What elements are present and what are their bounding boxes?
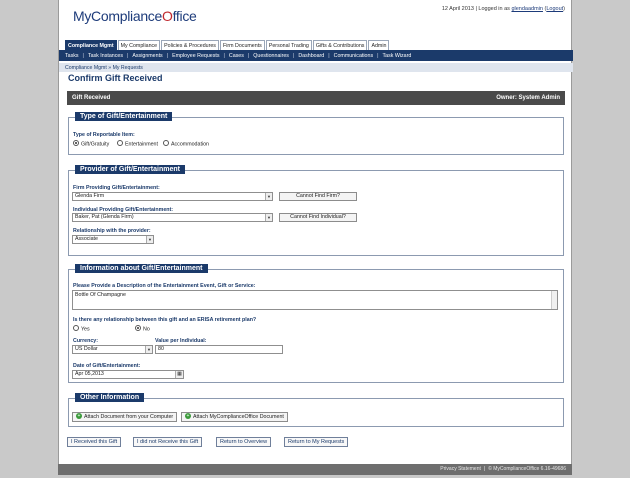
date-value: Apr 05,2013 bbox=[75, 371, 104, 377]
current-date: 12 April 2013 bbox=[441, 6, 474, 12]
radio-label: No bbox=[143, 326, 150, 333]
subnav-divider: | bbox=[377, 52, 379, 59]
received-gift-button[interactable]: I Received this Gift bbox=[67, 437, 122, 447]
cannot-find-firm-button[interactable]: Cannot Find Firm? bbox=[279, 192, 357, 201]
radio-label: Gift/Gratuity bbox=[81, 141, 110, 148]
subnav-cases[interactable]: Cases bbox=[229, 53, 244, 59]
date-input[interactable]: Apr 05,2013 ▦ bbox=[72, 370, 184, 379]
subnav-task-wizard[interactable]: Task Wizard bbox=[382, 53, 411, 59]
attach-from-computer-button[interactable]: + Attach Document from your Computer bbox=[72, 412, 178, 422]
cannot-find-individual-button[interactable]: Cannot Find Individual? bbox=[279, 213, 357, 222]
subnav-tasks[interactable]: Tasks bbox=[65, 53, 79, 59]
currency-value: US Dollar bbox=[75, 346, 98, 352]
radio-gift-gratuity[interactable]: Gift/Gratuity bbox=[73, 140, 110, 148]
subnav-assignments[interactable]: Assignments bbox=[132, 53, 162, 59]
individual-select[interactable]: Baker, Pat (Glenda Firm) ▼ bbox=[72, 213, 273, 222]
section-legend: Type of Gift/Entertainment bbox=[75, 112, 173, 121]
radio-label: Accommodation bbox=[171, 141, 209, 148]
subnav-divider: | bbox=[328, 52, 330, 59]
type-of-gift-section: Type of Gift/Entertainment Type of Repor… bbox=[68, 112, 564, 155]
app-logo[interactable]: MyComplianceOffice bbox=[73, 8, 197, 24]
gift-information-section: Information about Gift/Entertainment Ple… bbox=[68, 264, 564, 383]
breadcrumb[interactable]: Compliance Mgmt » My Requests bbox=[59, 63, 573, 72]
sub-navigation: Tasks | Task Instances | Assignments | Empl… bbox=[59, 50, 573, 61]
description-label: Please Provide a Description of the Ente… bbox=[73, 283, 256, 289]
radio-entertainment[interactable]: Entertainment bbox=[117, 140, 158, 148]
value-input[interactable]: 80 bbox=[155, 345, 283, 354]
record-status: Gift Received bbox=[72, 95, 111, 101]
individual-value: Baker, Pat (Glenda Firm) bbox=[75, 214, 134, 220]
currency-label: Currency: bbox=[73, 338, 99, 344]
textarea-scrollbar[interactable] bbox=[551, 291, 557, 309]
subnav-divider: | bbox=[126, 52, 129, 59]
chevron-down-icon[interactable]: ▼ bbox=[146, 236, 153, 243]
currency-select[interactable]: US Dollar ▼ bbox=[72, 345, 153, 354]
add-icon: + bbox=[76, 412, 82, 419]
reportable-item-label: Type of Reportable Item: bbox=[73, 132, 135, 138]
erisa-question-label: Is there any relationship between this g… bbox=[73, 317, 257, 323]
record-owner: Owner: System Admin bbox=[496, 95, 560, 101]
firm-select[interactable]: Glenda Firm ▼ bbox=[72, 192, 273, 201]
radio-label: Entertainment bbox=[125, 141, 158, 148]
page-title: Confirm Gift Received bbox=[68, 73, 163, 83]
section-legend: Information about Gift/Entertainment bbox=[75, 264, 208, 273]
subnav-divider: | bbox=[166, 52, 169, 59]
copyright-text: © MyComplianceOffice 6.16-49686 bbox=[488, 466, 566, 472]
chevron-down-icon[interactable]: ▼ bbox=[145, 346, 152, 353]
attach-computer-label: Attach Document from your Computer bbox=[84, 414, 174, 420]
firm-label: Firm Providing Gift/Entertainment: bbox=[73, 185, 160, 191]
subnav-divider: | bbox=[223, 52, 225, 59]
description-value: Bottle Of Champagne bbox=[75, 292, 126, 298]
radio-erisa-no[interactable]: No bbox=[135, 325, 150, 333]
username-link[interactable]: glendaadmin bbox=[511, 6, 543, 12]
radio-button[interactable] bbox=[73, 325, 79, 331]
radio-button[interactable] bbox=[117, 140, 123, 146]
subnav-communications[interactable]: Communications bbox=[334, 53, 373, 59]
radio-button[interactable] bbox=[135, 325, 141, 331]
description-textarea[interactable]: Bottle Of Champagne bbox=[72, 290, 558, 310]
radio-button[interactable] bbox=[73, 140, 79, 146]
date-label: Date of Gift/Entertainment: bbox=[73, 363, 141, 369]
add-icon: + bbox=[185, 412, 191, 419]
subnav-task-instances[interactable]: Task Instances bbox=[88, 53, 123, 59]
app-shell: MyComplianceOffice 12 April 2013 | Logge… bbox=[58, 0, 573, 464]
calendar-icon[interactable]: ▦ bbox=[175, 371, 183, 378]
radio-erisa-yes[interactable]: Yes bbox=[73, 325, 90, 333]
not-received-gift-button[interactable]: I did not Receive this Gift bbox=[133, 437, 203, 447]
chevron-down-icon[interactable]: ▼ bbox=[265, 193, 272, 200]
user-info: 12 April 2013 | Logged in as glendaadmin… bbox=[441, 6, 565, 12]
subnav-questionnaires[interactable]: Questionnaires bbox=[253, 53, 289, 59]
attach-mco-label: Attach MyComplianceOffice Document bbox=[193, 414, 284, 420]
radio-button[interactable] bbox=[163, 140, 169, 146]
other-information-section: Other Information + Attach Document from … bbox=[68, 393, 564, 427]
logged-in-label: Logged in as bbox=[478, 6, 510, 12]
footer-divider: | bbox=[483, 466, 486, 472]
logout-link[interactable]: Logout bbox=[546, 6, 563, 12]
attach-mco-document-button[interactable]: + Attach MyComplianceOffice Document bbox=[181, 412, 288, 422]
logo-text-tail: ffice bbox=[172, 8, 197, 24]
radio-label: Yes bbox=[81, 326, 90, 333]
value-label: Value per Individual: bbox=[155, 338, 207, 344]
record-header-bar: Gift Received Owner: System Admin bbox=[67, 91, 565, 105]
return-to-my-requests-button[interactable]: Return to My Requests bbox=[284, 437, 349, 447]
section-legend: Provider of Gift/Entertainment bbox=[75, 165, 185, 174]
section-legend: Other Information bbox=[75, 393, 145, 402]
privacy-statement-link[interactable]: Privacy Statement bbox=[440, 466, 481, 472]
radio-accommodation[interactable]: Accommodation bbox=[163, 140, 209, 148]
page-footer: Privacy Statement | © MyComplianceOffice 6… bbox=[58, 464, 572, 475]
firm-value: Glenda Firm bbox=[75, 193, 105, 199]
relationship-select[interactable]: Associate ▼ bbox=[72, 235, 154, 244]
subnav-divider: | bbox=[82, 52, 84, 59]
return-to-overview-button[interactable]: Return to Overview bbox=[216, 437, 272, 447]
logo-o-mark: O bbox=[162, 8, 173, 24]
subnav-divider: | bbox=[247, 52, 250, 59]
subnav-dashboard[interactable]: Dashboard bbox=[298, 53, 324, 59]
provider-section: Provider of Gift/Entertainment Firm Prov… bbox=[68, 165, 564, 256]
subnav-divider: | bbox=[292, 52, 295, 59]
chevron-down-icon[interactable]: ▼ bbox=[265, 214, 272, 221]
subnav-employee-requests[interactable]: Employee Requests bbox=[172, 53, 219, 59]
relationship-label: Relationship with the provider: bbox=[73, 228, 151, 234]
logo-text: MyCompliance bbox=[73, 8, 162, 24]
relationship-value: Associate bbox=[75, 236, 98, 242]
